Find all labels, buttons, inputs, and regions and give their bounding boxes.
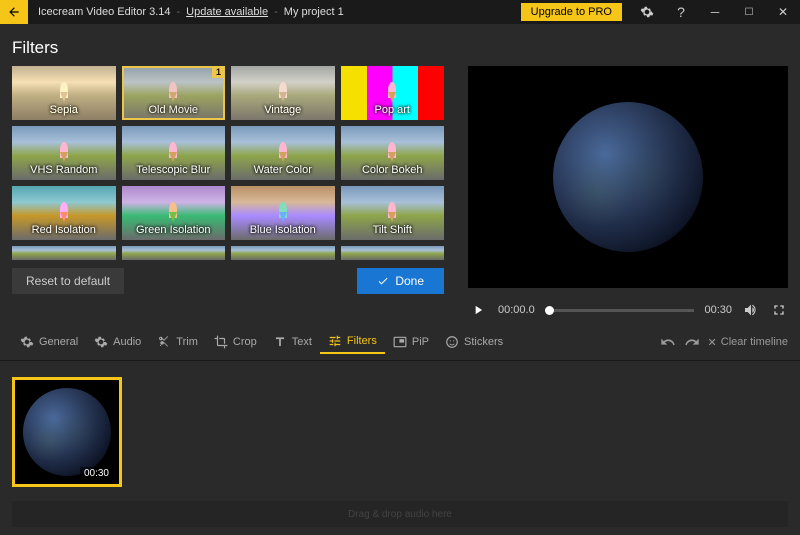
tab-crop[interactable]: Crop — [206, 330, 265, 354]
filter-partial[interactable] — [231, 246, 335, 260]
filter-green-isolation[interactable]: Green Isolation — [122, 186, 226, 240]
tab-audio[interactable]: Audio — [86, 330, 149, 354]
filter-label: Vintage — [231, 104, 335, 116]
filter-color-bokeh[interactable]: Color Bokeh — [341, 126, 445, 180]
filter-sepia[interactable]: Sepia — [12, 66, 116, 120]
page-title: Filters — [12, 38, 788, 58]
filter-label: Tilt Shift — [341, 224, 445, 236]
filter-telescopic-blur[interactable]: Telescopic Blur — [122, 126, 226, 180]
filter-label: Pop art — [341, 104, 445, 116]
filter-label: Water Color — [231, 164, 335, 176]
timeline: 00:30 Drag & drop audio here — [0, 361, 800, 535]
clear-timeline-button[interactable]: ✕Clear timeline — [708, 336, 788, 349]
back-button[interactable] — [0, 0, 28, 24]
filter-label: Red Isolation — [12, 224, 116, 236]
gear-icon — [640, 5, 654, 19]
app-name: Icecream Video Editor 3.14 — [38, 6, 170, 18]
minimize-icon: ─ — [711, 5, 720, 19]
tab-trim[interactable]: Trim — [149, 330, 206, 354]
redo-icon — [684, 334, 700, 350]
audio-track-hint: Drag & drop audio here — [348, 509, 452, 520]
filter-grid: Sepia 1 Old Movie Vintage Pop art VHS Random T… — [12, 66, 452, 260]
audio-track[interactable]: Drag & drop audio here — [12, 501, 788, 527]
filters-icon — [328, 334, 342, 348]
close-icon: ✕ — [778, 5, 788, 19]
filter-label: Telescopic Blur — [122, 164, 226, 176]
text-icon — [273, 335, 287, 349]
tab-stickers[interactable]: Stickers — [437, 330, 511, 354]
page-header: Filters — [0, 24, 800, 66]
gear-icon — [20, 335, 34, 349]
minimize-button[interactable]: ─ — [698, 0, 732, 24]
filter-pop-art[interactable]: Pop art — [341, 66, 445, 120]
filter-label: Blue Isolation — [231, 224, 335, 236]
preview-video[interactable] — [468, 66, 788, 288]
seek-thumb[interactable] — [545, 306, 554, 315]
undo-icon — [660, 334, 676, 350]
preview-panel: 00:00.0 00:30 — [468, 66, 788, 324]
filter-partial[interactable] — [341, 246, 445, 260]
clip-duration: 00:30 — [80, 467, 113, 480]
current-time: 00:00.0 — [498, 304, 535, 316]
filter-badge: 1 — [212, 66, 225, 78]
update-link[interactable]: Update available — [186, 6, 268, 18]
play-button[interactable] — [468, 300, 488, 320]
timeline-clip[interactable]: 00:30 — [12, 377, 122, 487]
help-button[interactable]: ? — [664, 0, 698, 24]
pip-icon — [393, 335, 407, 349]
filter-vintage[interactable]: Vintage — [231, 66, 335, 120]
filter-tilt-shift[interactable]: Tilt Shift — [341, 186, 445, 240]
filter-label: Sepia — [12, 104, 116, 116]
filter-label: Green Isolation — [122, 224, 226, 236]
arrow-left-icon — [7, 5, 21, 19]
filter-old-movie[interactable]: 1 Old Movie — [122, 66, 226, 120]
settings-button[interactable] — [630, 0, 664, 24]
filters-panel: Sepia 1 Old Movie Vintage Pop art VHS Random T… — [12, 66, 452, 324]
titlebar: Icecream Video Editor 3.14 - Update avai… — [0, 0, 800, 24]
help-icon: ? — [677, 4, 685, 20]
volume-icon — [743, 302, 759, 318]
filter-partial[interactable] — [122, 246, 226, 260]
play-icon — [471, 303, 485, 317]
edit-toolbar: GeneralAudioTrimCropTextFiltersPiPSticke… — [0, 324, 800, 361]
filter-blue-isolation[interactable]: Blue Isolation — [231, 186, 335, 240]
filter-partial[interactable] — [12, 246, 116, 260]
scissors-icon — [157, 335, 171, 349]
earth-thumbnail — [553, 102, 703, 252]
maximize-button[interactable]: ☐ — [732, 0, 766, 24]
filter-label: Old Movie — [122, 104, 226, 116]
tab-pip[interactable]: PiP — [385, 330, 437, 354]
filter-vhs-random[interactable]: VHS Random — [12, 126, 116, 180]
video-track[interactable]: 00:30 — [12, 369, 788, 495]
close-button[interactable]: ✕ — [766, 0, 800, 24]
filter-red-isolation[interactable]: Red Isolation — [12, 186, 116, 240]
done-button[interactable]: Done — [357, 268, 444, 294]
maximize-icon: ☐ — [745, 7, 754, 18]
check-icon — [377, 275, 389, 287]
tab-filters[interactable]: Filters — [320, 330, 385, 354]
volume-button[interactable] — [742, 301, 760, 319]
filter-label: VHS Random — [12, 164, 116, 176]
upgrade-button[interactable]: Upgrade to PRO — [521, 3, 622, 21]
undo-button[interactable] — [660, 334, 676, 350]
title-text: Icecream Video Editor 3.14 - Update avai… — [28, 6, 354, 18]
redo-button[interactable] — [684, 334, 700, 350]
project-name: My project 1 — [284, 6, 344, 18]
seek-bar[interactable] — [545, 309, 695, 312]
tab-general[interactable]: General — [12, 330, 86, 354]
close-small-icon: ✕ — [708, 336, 717, 349]
crop-icon — [214, 335, 228, 349]
fullscreen-icon — [771, 302, 787, 318]
fullscreen-button[interactable] — [770, 301, 788, 319]
filter-label: Color Bokeh — [341, 164, 445, 176]
tab-text[interactable]: Text — [265, 330, 320, 354]
total-time: 00:30 — [704, 304, 732, 316]
gear-icon — [94, 335, 108, 349]
filter-water-color[interactable]: Water Color — [231, 126, 335, 180]
reset-button[interactable]: Reset to default — [12, 268, 124, 294]
clip-thumbnail — [23, 388, 111, 476]
stickers-icon — [445, 335, 459, 349]
